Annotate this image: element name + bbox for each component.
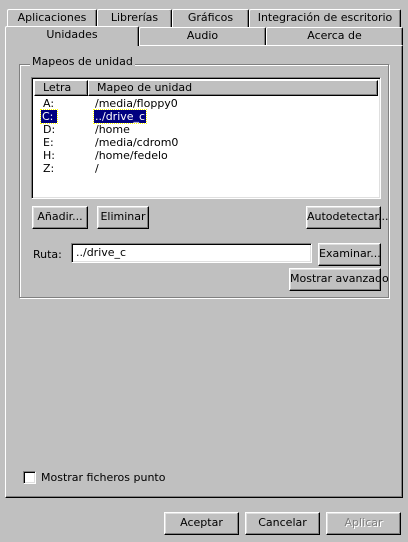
list-item[interactable]: E: /media/cdrom0 bbox=[34, 136, 374, 149]
drive-mapping: /media/cdrom0 bbox=[95, 136, 179, 149]
accept-button[interactable]: Aceptar bbox=[164, 512, 239, 535]
path-label: Ruta: bbox=[33, 248, 62, 261]
drive-letter: H: bbox=[43, 149, 55, 162]
drive-mapping: /media/floppy0 bbox=[95, 97, 178, 110]
drive-mapping: / bbox=[95, 162, 99, 175]
remove-drive-button[interactable]: Eliminar bbox=[97, 206, 149, 229]
tab-unidades[interactable]: Unidades bbox=[5, 26, 139, 46]
drive-mapping: /home/fedelo bbox=[95, 149, 168, 162]
wine-config-dialog: Aplicaciones Librerías Gráficos Integrac… bbox=[0, 0, 408, 542]
drive-letter: Z: bbox=[43, 162, 55, 175]
list-item[interactable]: A: /media/floppy0 bbox=[34, 97, 374, 110]
drive-letter: E: bbox=[43, 136, 54, 149]
tab-integracion-escritorio[interactable]: Integración de escritorio bbox=[249, 9, 401, 28]
drive-mapping: ../drive_c bbox=[92, 109, 148, 124]
list-item[interactable]: Z: / bbox=[34, 162, 374, 175]
add-drive-button[interactable]: Añadir... bbox=[32, 206, 88, 229]
path-input[interactable]: ../drive_c bbox=[71, 243, 312, 263]
column-header-letter[interactable]: Letra bbox=[34, 80, 88, 96]
autodetect-button[interactable]: Autodetectar... bbox=[306, 206, 388, 229]
column-header-mapping[interactable]: Mapeo de unidad bbox=[88, 80, 378, 96]
drive-letter: D: bbox=[43, 123, 56, 136]
drive-letter: A: bbox=[43, 97, 55, 110]
tab-acerca-de[interactable]: Acerca de bbox=[266, 27, 403, 46]
list-item-selected[interactable]: C: ../drive_c bbox=[34, 109, 374, 124]
apply-button[interactable]: Aplicar bbox=[326, 512, 401, 535]
browse-button[interactable]: Examinar... bbox=[318, 243, 381, 266]
drive-letter: C: bbox=[40, 109, 58, 124]
list-item[interactable]: D: /home bbox=[34, 123, 374, 136]
drive-mapping: /home bbox=[95, 123, 130, 136]
show-dotfiles-checkbox[interactable] bbox=[23, 471, 36, 484]
show-advanced-button[interactable]: Mostrar avanzado bbox=[289, 268, 389, 291]
drive-mappings-list[interactable]: Letra Mapeo de unidad A: /media/floppy0 … bbox=[31, 77, 381, 199]
drive-mappings-group-title: Mapeos de unidad bbox=[30, 55, 135, 68]
tab-audio[interactable]: Audio bbox=[139, 27, 266, 46]
list-item[interactable]: H: /home/fedelo bbox=[34, 149, 374, 162]
tab-graficos[interactable]: Gráficos bbox=[172, 9, 249, 28]
show-dotfiles-label[interactable]: Mostrar ficheros punto bbox=[41, 471, 165, 484]
cancel-button[interactable]: Cancelar bbox=[245, 512, 320, 535]
